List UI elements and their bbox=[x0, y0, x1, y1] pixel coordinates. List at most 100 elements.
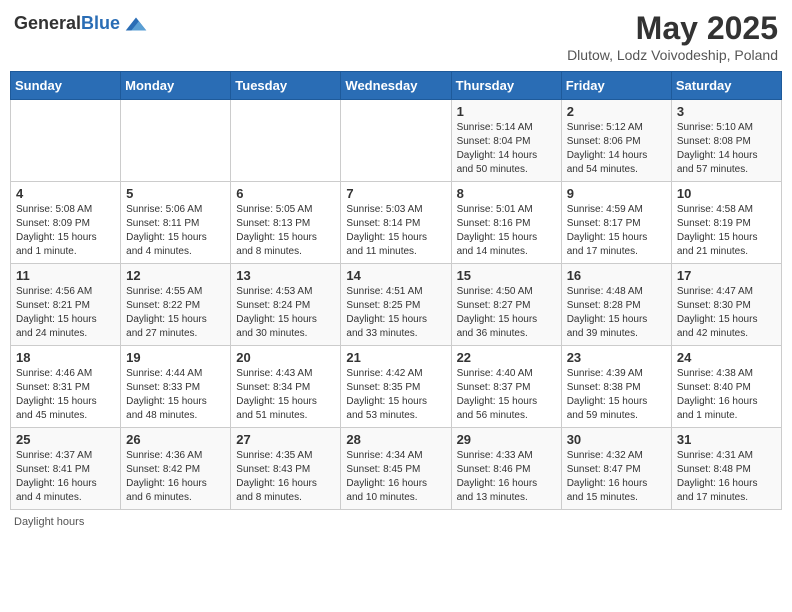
day-number: 4 bbox=[16, 186, 115, 201]
day-info: Sunrise: 4:32 AM Sunset: 8:47 PM Dayligh… bbox=[567, 449, 666, 505]
day-number: 16 bbox=[567, 268, 666, 283]
calendar-cell: 6 Sunrise: 5:05 AM Sunset: 8:13 PM Daylig… bbox=[231, 182, 341, 264]
calendar-cell: 17 Sunrise: 4:47 AM Sunset: 8:30 PM Dayli… bbox=[671, 264, 781, 346]
day-number: 13 bbox=[236, 268, 335, 283]
day-number: 10 bbox=[677, 186, 776, 201]
day-info: Sunrise: 4:46 AM Sunset: 8:31 PM Dayligh… bbox=[16, 367, 115, 423]
day-info: Sunrise: 4:31 AM Sunset: 8:48 PM Dayligh… bbox=[677, 449, 776, 505]
calendar-cell: 18 Sunrise: 4:46 AM Sunset: 8:31 PM Dayli… bbox=[11, 346, 121, 428]
day-number: 21 bbox=[346, 350, 445, 365]
calendar-cell: 27 Sunrise: 4:35 AM Sunset: 8:43 PM Dayli… bbox=[231, 428, 341, 510]
calendar-cell: 10 Sunrise: 4:58 AM Sunset: 8:19 PM Dayli… bbox=[671, 182, 781, 264]
calendar-day-header: Wednesday bbox=[341, 72, 451, 100]
calendar-cell: 13Sunrise: 4:53 AM Sunset: 8:24 PM Dayli… bbox=[231, 264, 341, 346]
calendar-cell: 24Sunrise: 4:38 AM Sunset: 8:40 PM Dayli… bbox=[671, 346, 781, 428]
day-info: Sunrise: 5:05 AM Sunset: 8:13 PM Dayligh… bbox=[236, 203, 335, 259]
day-number: 23 bbox=[567, 350, 666, 365]
logo-blue-text: Blue bbox=[81, 13, 120, 33]
day-number: 24 bbox=[677, 350, 776, 365]
calendar-cell: 11Sunrise: 4:56 AM Sunset: 8:21 PM Dayli… bbox=[11, 264, 121, 346]
calendar-cell: 28 Sunrise: 4:34 AM Sunset: 8:45 PM Dayli… bbox=[341, 428, 451, 510]
day-number: 18 bbox=[16, 350, 115, 365]
day-number: 19 bbox=[126, 350, 225, 365]
day-info: Sunrise: 4:35 AM Sunset: 8:43 PM Dayligh… bbox=[236, 449, 335, 505]
calendar-day-header: Saturday bbox=[671, 72, 781, 100]
day-number: 3 bbox=[677, 104, 776, 119]
day-info: Sunrise: 5:08 AM Sunset: 8:09 PM Dayligh… bbox=[16, 203, 115, 259]
calendar-cell bbox=[231, 100, 341, 182]
calendar-cell: 15 Sunrise: 4:50 AM Sunset: 8:27 PM Dayli… bbox=[451, 264, 561, 346]
day-number: 15 bbox=[457, 268, 556, 283]
calendar-cell: 3Sunrise: 5:10 AM Sunset: 8:08 PM Daylig… bbox=[671, 100, 781, 182]
day-info: Sunrise: 4:47 AM Sunset: 8:30 PM Dayligh… bbox=[677, 285, 776, 341]
calendar-cell: 23Sunrise: 4:39 AM Sunset: 8:38 PM Dayli… bbox=[561, 346, 671, 428]
page-header: GeneralBlue May 2025 Dlutow, Lodz Voivod… bbox=[10, 10, 782, 63]
title-block: May 2025 Dlutow, Lodz Voivodeship, Polan… bbox=[567, 10, 778, 63]
day-info: Sunrise: 4:34 AM Sunset: 8:45 PM Dayligh… bbox=[346, 449, 445, 505]
day-info: Sunrise: 5:06 AM Sunset: 8:11 PM Dayligh… bbox=[126, 203, 225, 259]
calendar-cell: 9 Sunrise: 4:59 AM Sunset: 8:17 PM Daylig… bbox=[561, 182, 671, 264]
calendar-cell: 1 Sunrise: 5:14 AM Sunset: 8:04 PM Daylig… bbox=[451, 100, 561, 182]
day-info: Sunrise: 4:44 AM Sunset: 8:33 PM Dayligh… bbox=[126, 367, 225, 423]
calendar-cell: 29Sunrise: 4:33 AM Sunset: 8:46 PM Dayli… bbox=[451, 428, 561, 510]
calendar-cell: 25Sunrise: 4:37 AM Sunset: 8:41 PM Dayli… bbox=[11, 428, 121, 510]
day-info: Sunrise: 4:36 AM Sunset: 8:42 PM Dayligh… bbox=[126, 449, 225, 505]
day-info: Sunrise: 4:58 AM Sunset: 8:19 PM Dayligh… bbox=[677, 203, 776, 259]
day-number: 20 bbox=[236, 350, 335, 365]
calendar-cell: 21 Sunrise: 4:42 AM Sunset: 8:35 PM Dayli… bbox=[341, 346, 451, 428]
calendar-cell: 8 Sunrise: 5:01 AM Sunset: 8:16 PM Daylig… bbox=[451, 182, 561, 264]
day-info: Sunrise: 4:56 AM Sunset: 8:21 PM Dayligh… bbox=[16, 285, 115, 341]
day-number: 1 bbox=[457, 104, 556, 119]
day-number: 14 bbox=[346, 268, 445, 283]
day-info: Sunrise: 4:55 AM Sunset: 8:22 PM Dayligh… bbox=[126, 285, 225, 341]
day-number: 5 bbox=[126, 186, 225, 201]
calendar-day-header: Tuesday bbox=[231, 72, 341, 100]
day-info: Sunrise: 5:14 AM Sunset: 8:04 PM Dayligh… bbox=[457, 121, 556, 177]
day-number: 29 bbox=[457, 432, 556, 447]
location-title: Dlutow, Lodz Voivodeship, Poland bbox=[567, 47, 778, 63]
day-info: Sunrise: 5:03 AM Sunset: 8:14 PM Dayligh… bbox=[346, 203, 445, 259]
day-number: 28 bbox=[346, 432, 445, 447]
calendar-cell: 4 Sunrise: 5:08 AM Sunset: 8:09 PM Daylig… bbox=[11, 182, 121, 264]
calendar-cell: 22 Sunrise: 4:40 AM Sunset: 8:37 PM Dayli… bbox=[451, 346, 561, 428]
day-info: Sunrise: 4:42 AM Sunset: 8:35 PM Dayligh… bbox=[346, 367, 445, 423]
logo-icon bbox=[122, 10, 150, 38]
day-number: 26 bbox=[126, 432, 225, 447]
calendar-day-header: Monday bbox=[121, 72, 231, 100]
calendar-cell: 19 Sunrise: 4:44 AM Sunset: 8:33 PM Dayli… bbox=[121, 346, 231, 428]
day-number: 25 bbox=[16, 432, 115, 447]
calendar-header-row: SundayMondayTuesdayWednesdayThursdayFrid… bbox=[11, 72, 782, 100]
day-info: Sunrise: 5:12 AM Sunset: 8:06 PM Dayligh… bbox=[567, 121, 666, 177]
calendar-cell bbox=[11, 100, 121, 182]
calendar-cell: 30 Sunrise: 4:32 AM Sunset: 8:47 PM Dayli… bbox=[561, 428, 671, 510]
logo: GeneralBlue bbox=[14, 10, 150, 38]
calendar-cell bbox=[121, 100, 231, 182]
calendar-cell bbox=[341, 100, 451, 182]
calendar-cell: 2Sunrise: 5:12 AM Sunset: 8:06 PM Daylig… bbox=[561, 100, 671, 182]
logo-general-text: General bbox=[14, 13, 81, 33]
day-info: Sunrise: 4:43 AM Sunset: 8:34 PM Dayligh… bbox=[236, 367, 335, 423]
day-number: 27 bbox=[236, 432, 335, 447]
calendar-cell: 16Sunrise: 4:48 AM Sunset: 8:28 PM Dayli… bbox=[561, 264, 671, 346]
day-info: Sunrise: 4:59 AM Sunset: 8:17 PM Dayligh… bbox=[567, 203, 666, 259]
day-number: 8 bbox=[457, 186, 556, 201]
day-info: Sunrise: 4:51 AM Sunset: 8:25 PM Dayligh… bbox=[346, 285, 445, 341]
calendar-cell: 26 Sunrise: 4:36 AM Sunset: 8:42 PM Dayli… bbox=[121, 428, 231, 510]
day-info: Sunrise: 5:01 AM Sunset: 8:16 PM Dayligh… bbox=[457, 203, 556, 259]
calendar-cell: 5 Sunrise: 5:06 AM Sunset: 8:11 PM Daylig… bbox=[121, 182, 231, 264]
day-number: 9 bbox=[567, 186, 666, 201]
footer: Daylight hours bbox=[10, 516, 782, 528]
day-number: 6 bbox=[236, 186, 335, 201]
day-info: Sunrise: 4:40 AM Sunset: 8:37 PM Dayligh… bbox=[457, 367, 556, 423]
calendar-cell: 7Sunrise: 5:03 AM Sunset: 8:14 PM Daylig… bbox=[341, 182, 451, 264]
daylight-hours-label: Daylight hours bbox=[14, 516, 84, 528]
day-info: Sunrise: 4:50 AM Sunset: 8:27 PM Dayligh… bbox=[457, 285, 556, 341]
calendar-week-row: 25Sunrise: 4:37 AM Sunset: 8:41 PM Dayli… bbox=[11, 428, 782, 510]
day-number: 22 bbox=[457, 350, 556, 365]
day-number: 30 bbox=[567, 432, 666, 447]
calendar-week-row: 4 Sunrise: 5:08 AM Sunset: 8:09 PM Daylig… bbox=[11, 182, 782, 264]
calendar-cell: 31Sunrise: 4:31 AM Sunset: 8:48 PM Dayli… bbox=[671, 428, 781, 510]
calendar-cell: 14 Sunrise: 4:51 AM Sunset: 8:25 PM Dayli… bbox=[341, 264, 451, 346]
day-number: 12 bbox=[126, 268, 225, 283]
day-number: 17 bbox=[677, 268, 776, 283]
